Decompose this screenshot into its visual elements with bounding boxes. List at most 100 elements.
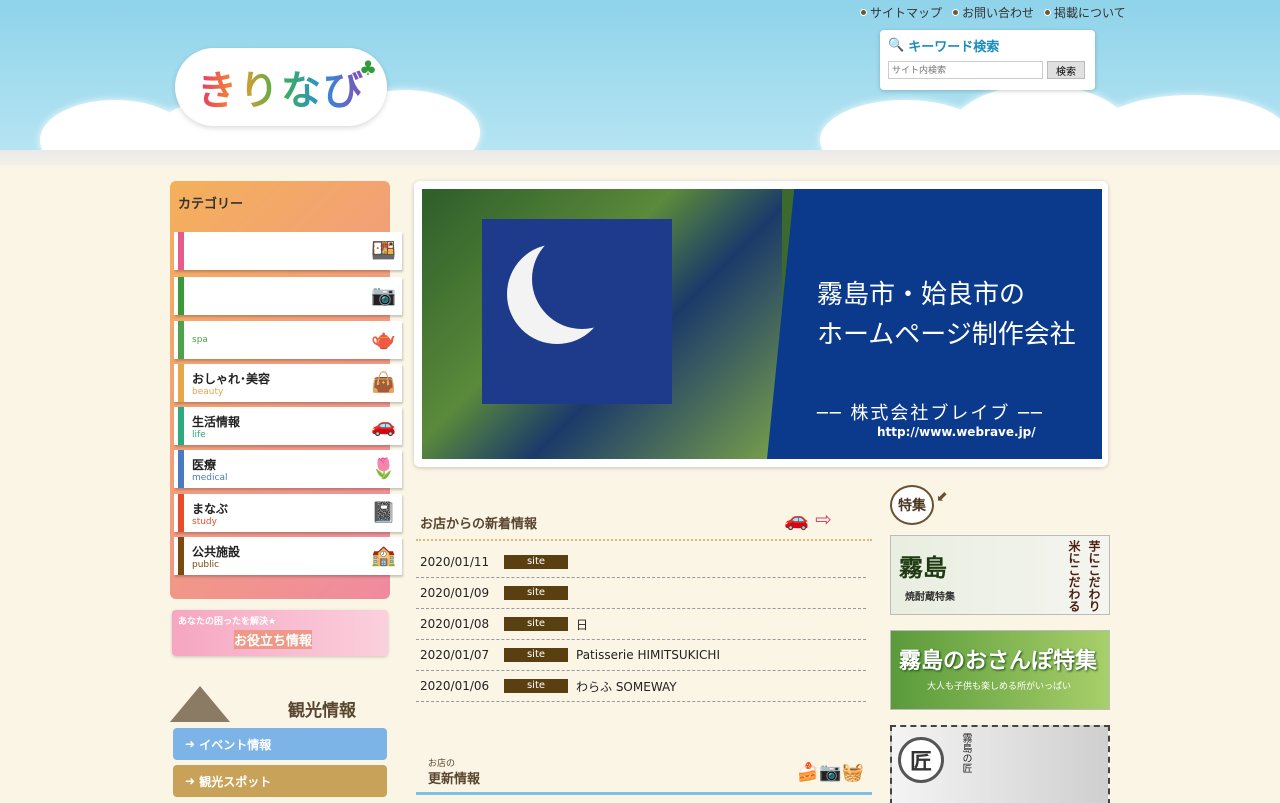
- magnifier-icon: 🔍: [888, 38, 905, 53]
- walk-banner-title: 霧島のおさんぽ特集: [899, 649, 1098, 674]
- category-color-bar: [178, 364, 184, 402]
- category-item[interactable]: 📷: [174, 277, 402, 315]
- event-info-button[interactable]: ➜ イベント情報: [173, 728, 387, 760]
- hero-banner[interactable]: 霧島市・姶良市の ホームページ制作会社 ── 株式会社ブレイブ ── http:…: [414, 181, 1108, 467]
- site-logo[interactable]: きりなび ♣: [175, 48, 387, 126]
- news-tag: site: [504, 586, 568, 600]
- news-date: 2020/01/06: [420, 679, 490, 693]
- category-color-bar: [178, 537, 184, 575]
- hero-url: http://www.webrave.jp/: [877, 425, 1036, 439]
- news-date: 2020/01/07: [420, 648, 490, 662]
- hero-image: 霧島市・姶良市の ホームページ制作会社 ── 株式会社ブレイブ ── http:…: [422, 189, 1102, 459]
- car-icon: 🚗 ⇨: [783, 507, 832, 531]
- search-title: 🔍 キーワード検索: [888, 36, 1087, 55]
- news-link[interactable]: 日: [576, 616, 588, 633]
- tourism-title: 観光情報: [288, 701, 356, 721]
- search-box: 🔍 キーワード検索 検索: [880, 30, 1095, 90]
- news-row[interactable]: 2020/01/08 site 日: [416, 609, 866, 640]
- news-row[interactable]: 2020/01/07 site Patisserie HIMITSUKICHI: [416, 640, 866, 671]
- news-heading: お店からの新着情報 🚗 ⇨: [416, 505, 872, 541]
- takumi-feature-banner[interactable]: 匠 霧島の匠: [890, 725, 1110, 803]
- category-item[interactable]: まなぶ study 📓: [174, 494, 402, 532]
- moon-emblem-cut: [532, 229, 632, 329]
- news-tag: site: [504, 617, 568, 631]
- sitemap-link[interactable]: サイトマップ: [860, 4, 942, 21]
- category-item[interactable]: 生活情報 life 🚗: [174, 407, 402, 445]
- news-divider: [416, 539, 872, 541]
- shochu-banner-imo: 芋にこだわり: [1087, 540, 1101, 612]
- tourist-spot-button[interactable]: ➜ 観光スポット: [173, 765, 387, 797]
- category-color-bar: [178, 277, 184, 315]
- hero-headline-2: ホームページ制作会社: [817, 320, 1076, 350]
- bullet-icon: [860, 9, 867, 16]
- bullet-icon: [952, 9, 960, 16]
- category-item[interactable]: 🍱: [174, 232, 402, 270]
- arrow-icon: ⬋: [936, 489, 948, 505]
- category-color-bar: [178, 232, 184, 270]
- feature-label: 特集: [890, 485, 934, 525]
- news-row[interactable]: 2020/01/09 site: [416, 578, 866, 609]
- clover-icon: ♣: [359, 56, 377, 80]
- news-link[interactable]: わらふ SOMEWAY: [576, 678, 677, 695]
- helpful-info-banner[interactable]: あなたの困ったを解決★ お役立ち情報: [172, 610, 388, 656]
- walk-banner-subtitle: 大人も子供も楽しめる所がいっぱい: [927, 682, 1072, 692]
- update-divider: [416, 792, 872, 795]
- shochu-banner-subtitle: 焼酎蔵特集: [905, 592, 955, 603]
- header-edge: [0, 150, 1280, 165]
- mountain-icon: [170, 686, 230, 722]
- update-title: 更新情報: [428, 772, 481, 787]
- top-links: サイトマップ お問い合わせ 掲載について: [860, 4, 1126, 21]
- shochu-banner-title: 霧島: [899, 554, 947, 582]
- bullet-icon: [1044, 9, 1052, 16]
- feature-heading: 特集 ⬋: [890, 485, 970, 529]
- listing-label: 掲載について: [1054, 6, 1126, 20]
- bag-icon: 👜: [371, 370, 396, 394]
- category-item[interactable]: 医療 medical 🌷: [174, 450, 402, 488]
- teapot-icon: 🫖: [371, 327, 396, 351]
- news-date: 2020/01/11: [420, 555, 490, 569]
- logo-text: きりなび: [197, 58, 365, 116]
- hero-company: ── 株式会社ブレイブ ──: [817, 403, 1044, 424]
- shochu-feature-banner[interactable]: 霧島 焼酎蔵特集 芋にこだわり 米にこだわる: [890, 535, 1110, 615]
- notebook-icon: 📓: [371, 500, 396, 524]
- tourist-spot-label: 観光スポット: [199, 774, 272, 789]
- news-tag: site: [504, 679, 568, 693]
- cake-camera-icon: 🍰📷🧺: [796, 762, 864, 783]
- event-info-label: イベント情報: [199, 737, 272, 752]
- flower-icon: 🌷: [371, 456, 396, 480]
- building-icon: 🏫: [371, 543, 396, 567]
- news-row[interactable]: 2020/01/06 site わらふ SOMEWAY: [416, 671, 866, 702]
- search-title-text: キーワード検索: [908, 40, 1000, 55]
- search-row: 検索: [888, 61, 1087, 79]
- category-color-bar: [178, 450, 184, 488]
- arrow-icon: ➜: [185, 737, 196, 751]
- walk-feature-banner[interactable]: 霧島のおさんぽ特集 大人も子供も楽しめる所がいっぱい: [890, 630, 1110, 710]
- tourism-heading: 観光情報: [170, 678, 390, 722]
- arrow-icon: ➜: [185, 774, 196, 788]
- news-date: 2020/01/08: [420, 617, 490, 631]
- news-tag: site: [504, 555, 568, 569]
- category-item[interactable]: spa 🫖: [174, 321, 402, 359]
- car-icon: 🚗: [371, 413, 396, 437]
- search-button[interactable]: 検索: [1047, 61, 1085, 79]
- takumi-emblem: 匠: [898, 737, 944, 783]
- category-color-bar: [178, 407, 184, 445]
- contact-link[interactable]: お問い合わせ: [952, 4, 1034, 21]
- update-heading: お店の 更新情報 🍰📷🧺: [416, 750, 872, 795]
- shochu-banner-kome: 米にこだわる: [1067, 540, 1081, 612]
- news-row[interactable]: 2020/01/11 site: [416, 547, 866, 578]
- camera-icon: 📷: [371, 283, 396, 307]
- helpful-banner-caption: あなたの困ったを解決★: [178, 617, 277, 627]
- sitemap-label: サイトマップ: [870, 6, 943, 20]
- category-color-bar: [178, 321, 184, 359]
- listing-link[interactable]: 掲載について: [1044, 4, 1126, 21]
- news-tag: site: [504, 648, 568, 662]
- category-item[interactable]: おしゃれ･美容 beauty 👜: [174, 364, 402, 402]
- news-date: 2020/01/09: [420, 586, 490, 600]
- category-item[interactable]: 公共施設 public 🏫: [174, 537, 402, 575]
- news-title: お店からの新着情報: [420, 517, 538, 532]
- search-input[interactable]: [888, 61, 1043, 79]
- takumi-banner-text: 霧島の匠: [960, 733, 971, 773]
- news-link[interactable]: Patisserie HIMITSUKICHI: [576, 648, 720, 662]
- hero-headline-1: 霧島市・姶良市の: [817, 280, 1026, 310]
